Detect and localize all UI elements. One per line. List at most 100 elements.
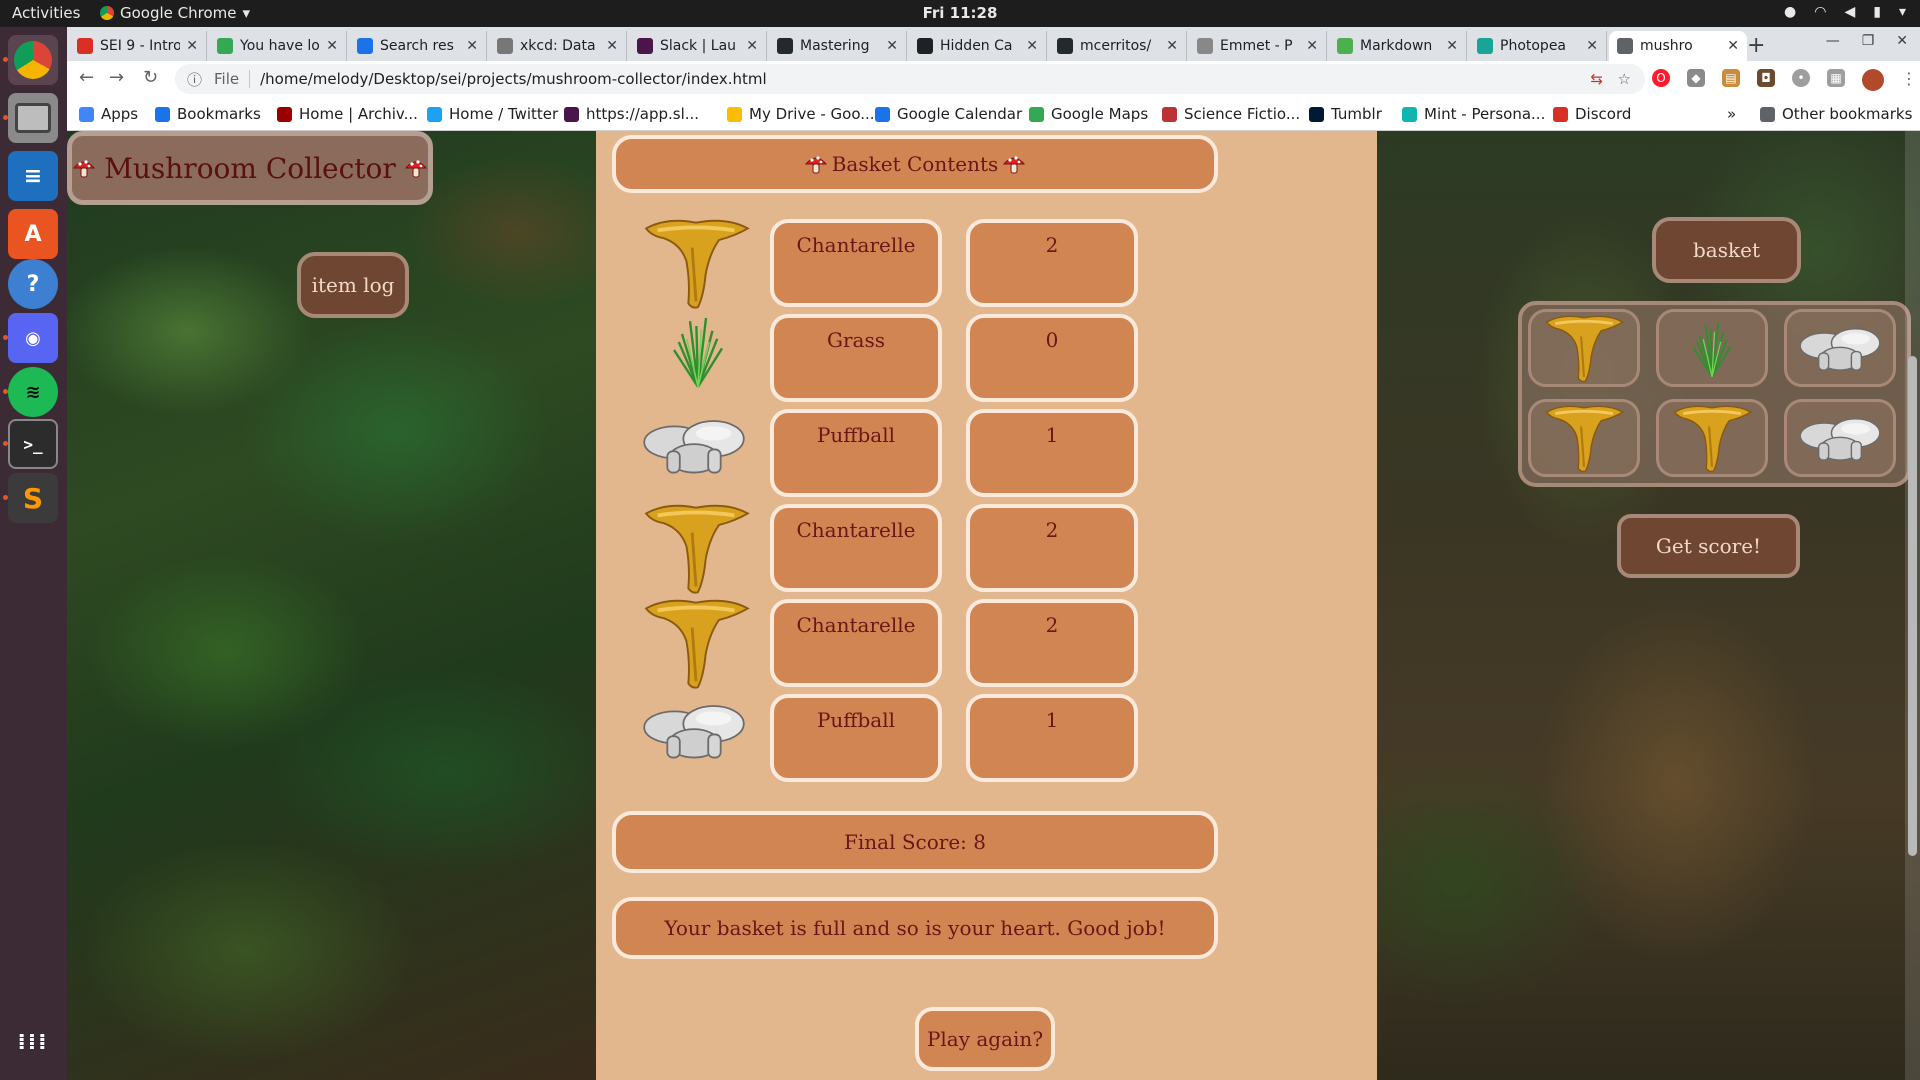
software-launcher[interactable]: A bbox=[8, 209, 58, 259]
bookmark-item[interactable]: Science Fictio... bbox=[1162, 105, 1300, 123]
item-value: 2 bbox=[966, 599, 1138, 687]
info-icon[interactable]: ⓘ bbox=[187, 69, 202, 90]
basket-slot[interactable] bbox=[1784, 399, 1896, 477]
extension-icon[interactable]: ◘ bbox=[1757, 69, 1775, 87]
item-name: Chantarelle bbox=[770, 219, 942, 307]
minimize-button[interactable]: — bbox=[1826, 33, 1840, 49]
toadstool-icon bbox=[72, 156, 96, 180]
dock: ≡ A ? ◉ ≋ >_ S ⁞⁞⁞ bbox=[0, 27, 67, 1080]
extension-icon[interactable]: ▦ bbox=[1827, 69, 1845, 87]
tab[interactable]: Photopea ✕ bbox=[1469, 31, 1607, 61]
basket-button[interactable]: basket bbox=[1652, 217, 1801, 283]
close-tab-icon[interactable]: ✕ bbox=[186, 38, 198, 54]
extension-icon[interactable]: ▤ bbox=[1722, 69, 1740, 87]
other-bookmarks[interactable]: Other bookmarks bbox=[1760, 105, 1912, 123]
grass-icon bbox=[1687, 316, 1737, 380]
translate-icon[interactable]: ⇆ bbox=[1590, 70, 1603, 88]
clock[interactable]: Fri 11:28 bbox=[0, 4, 1920, 22]
item-image bbox=[636, 595, 756, 695]
item-log-button[interactable]: item log bbox=[297, 252, 409, 318]
sublime-launcher[interactable]: S bbox=[8, 473, 58, 523]
play-again-button[interactable]: Play again? bbox=[915, 1007, 1055, 1071]
forest-background-right bbox=[1377, 131, 1920, 1080]
tumblr-icon bbox=[1309, 106, 1324, 122]
back-button[interactable]: ← bbox=[79, 67, 94, 88]
close-tab-icon[interactable]: ✕ bbox=[606, 38, 618, 54]
tab-title: Slack | Lau bbox=[660, 38, 737, 54]
chrome-launcher[interactable] bbox=[8, 35, 58, 85]
item-value: 1 bbox=[966, 694, 1138, 782]
tab[interactable]: Emmet - P ✕ bbox=[1189, 31, 1327, 61]
tab[interactable]: xkcd: Data ✕ bbox=[489, 31, 627, 61]
wifi-icon: ◠ bbox=[1814, 4, 1827, 20]
apps-icon bbox=[79, 106, 94, 122]
star-icon[interactable]: ☆ bbox=[1618, 70, 1631, 88]
close-tab-icon[interactable]: ✕ bbox=[1026, 38, 1038, 54]
bookmark-item[interactable]: My Drive - Goo... bbox=[727, 105, 875, 123]
bookmarks-overflow-button[interactable]: » bbox=[1727, 105, 1736, 123]
show-apps-button[interactable]: ⁞⁞⁞ bbox=[8, 1017, 58, 1067]
help-launcher[interactable]: ? bbox=[8, 259, 58, 309]
tab[interactable]: SEI 9 - Intro ✕ bbox=[69, 31, 207, 61]
bookmark-item[interactable]: Discord bbox=[1553, 105, 1631, 123]
new-tab-button[interactable]: + bbox=[1747, 33, 1765, 58]
bookmark-item[interactable]: Home / Twitter bbox=[427, 105, 558, 123]
tab[interactable]: Markdown ✕ bbox=[1329, 31, 1467, 61]
basket-slot[interactable] bbox=[1528, 399, 1640, 477]
close-tab-icon[interactable]: ✕ bbox=[886, 38, 898, 54]
bookmark-item[interactable]: Apps bbox=[79, 105, 138, 123]
tab[interactable]: Search res ✕ bbox=[349, 31, 487, 61]
bookmark-item[interactable]: Bookmarks bbox=[155, 105, 261, 123]
basket-slot[interactable] bbox=[1784, 309, 1896, 387]
close-tab-icon[interactable]: ✕ bbox=[1586, 38, 1598, 54]
document-icon: ≡ bbox=[23, 163, 43, 189]
avatar[interactable] bbox=[1862, 69, 1884, 91]
page-scrollbar[interactable] bbox=[1905, 131, 1920, 1080]
close-tab-icon[interactable]: ✕ bbox=[1727, 38, 1739, 54]
item-log-label: item log bbox=[311, 273, 395, 297]
close-tab-icon[interactable]: ✕ bbox=[326, 38, 338, 54]
close-tab-icon[interactable]: ✕ bbox=[1446, 38, 1458, 54]
basket-slot[interactable] bbox=[1656, 399, 1768, 477]
bookmark-item[interactable]: Home | Archiv... bbox=[277, 105, 418, 123]
basket-slot[interactable] bbox=[1656, 309, 1768, 387]
tab[interactable]: Hidden Ca ✕ bbox=[909, 31, 1047, 61]
close-tab-icon[interactable]: ✕ bbox=[746, 38, 758, 54]
forward-button[interactable]: → bbox=[109, 67, 124, 88]
bookmark-item[interactable]: Google Maps bbox=[1029, 105, 1148, 123]
bookmark-item[interactable]: Google Calendar bbox=[875, 105, 1022, 123]
extension-icon[interactable]: • bbox=[1792, 69, 1810, 87]
tab[interactable]: Slack | Lau ✕ bbox=[629, 31, 767, 61]
close-tab-icon[interactable]: ✕ bbox=[466, 38, 478, 54]
final-score: Final Score: 8 bbox=[612, 811, 1218, 873]
close-window-button[interactable]: ✕ bbox=[1896, 33, 1908, 49]
tab-title: Photopea bbox=[1500, 38, 1567, 54]
tab[interactable]: You have lo ✕ bbox=[209, 31, 347, 61]
bookmark-item[interactable]: Mint - Persona... bbox=[1402, 105, 1545, 123]
spotify-launcher[interactable]: ≋ bbox=[8, 367, 58, 417]
files-launcher[interactable] bbox=[8, 93, 58, 143]
close-tab-icon[interactable]: ✕ bbox=[1166, 38, 1178, 54]
close-tab-icon[interactable]: ✕ bbox=[1306, 38, 1318, 54]
basket-slot[interactable] bbox=[1528, 309, 1640, 387]
opera-icon[interactable]: O bbox=[1652, 69, 1670, 87]
get-score-button[interactable]: Get score! bbox=[1617, 514, 1800, 578]
tab[interactable]: mcerritos/ ✕ bbox=[1049, 31, 1187, 61]
address-bar[interactable]: ⓘ File /home/melody/Desktop/sei/projects… bbox=[175, 64, 1645, 94]
menu-icon[interactable]: ⋮ bbox=[1901, 69, 1917, 91]
item-image bbox=[636, 500, 756, 600]
terminal-launcher[interactable]: >_ bbox=[8, 419, 58, 469]
tab[interactable]: mushro ✕ bbox=[1609, 31, 1747, 61]
bookmark-item[interactable]: Tumblr bbox=[1309, 105, 1382, 123]
system-tray[interactable]: ● ◠ ◀ ▮ ▾ bbox=[1784, 4, 1906, 20]
writer-launcher[interactable]: ≡ bbox=[8, 151, 58, 201]
reload-button[interactable]: ↻ bbox=[143, 67, 158, 88]
other-bookmarks-label: Other bookmarks bbox=[1782, 105, 1913, 123]
scrollbar-thumb[interactable] bbox=[1908, 356, 1917, 856]
discord-launcher[interactable]: ◉ bbox=[8, 313, 58, 363]
maximize-button[interactable]: ❐ bbox=[1862, 33, 1875, 49]
bookmark-item[interactable]: https://app.sl... bbox=[564, 105, 699, 123]
shield-icon[interactable]: ◆ bbox=[1687, 69, 1705, 87]
tab[interactable]: Mastering ✕ bbox=[769, 31, 907, 61]
system-top-bar: Activities Google Chrome ▾ Fri 11:28 ● ◠… bbox=[0, 0, 1920, 27]
